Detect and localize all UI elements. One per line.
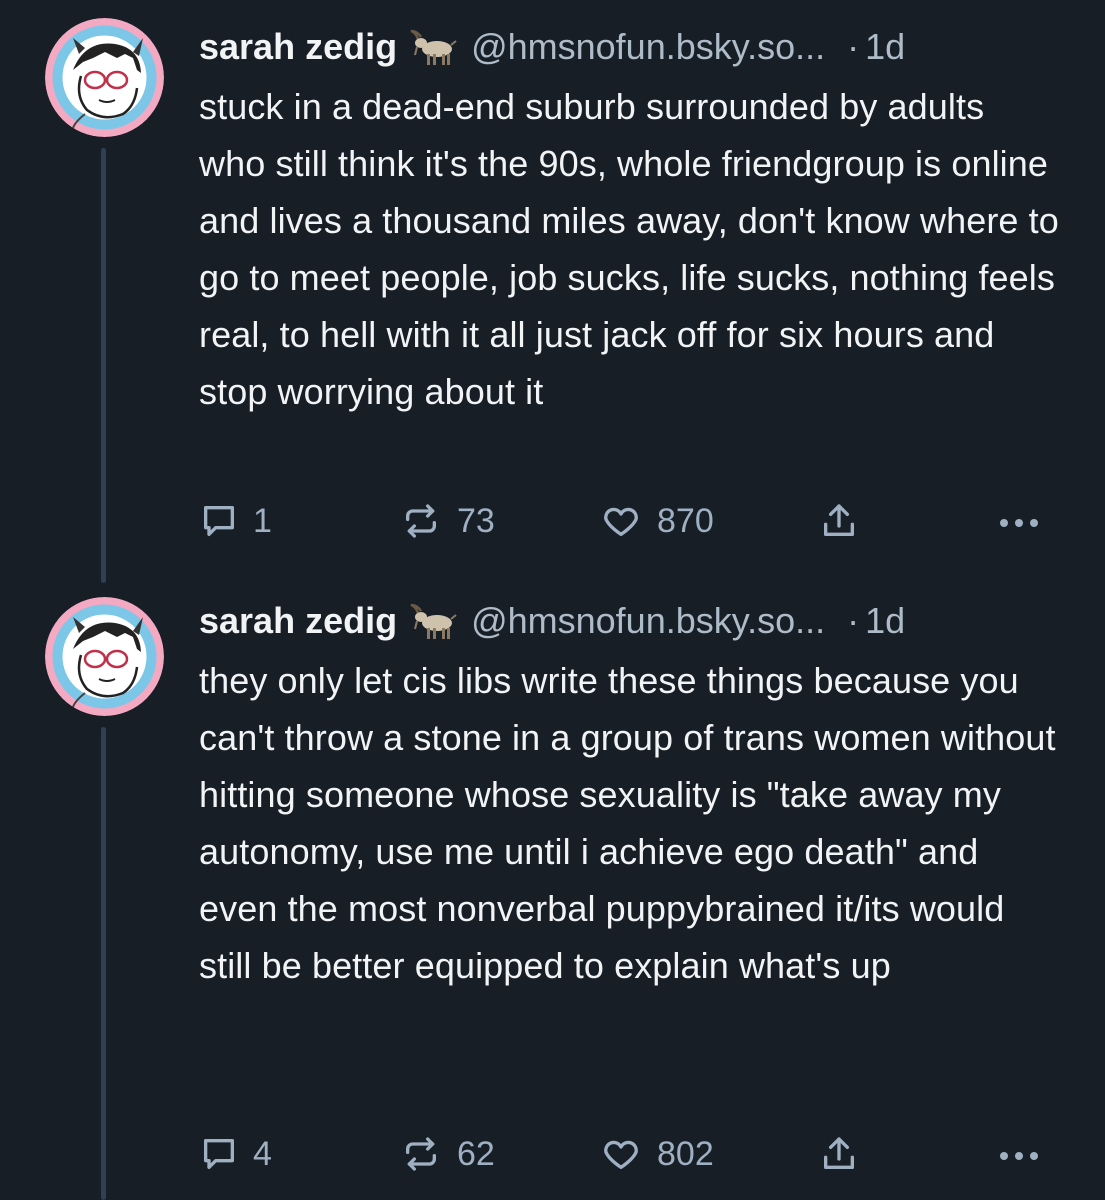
share-icon <box>824 1137 854 1169</box>
handle[interactable]: @hmsnofun.bsky.so... <box>471 26 825 68</box>
share-button[interactable] <box>819 496 859 546</box>
display-name[interactable]: sarah zedig <box>199 600 397 642</box>
display-name[interactable]: sarah zedig <box>199 26 397 68</box>
separator-dot: · <box>847 26 860 67</box>
share-icon <box>824 504 854 536</box>
post-header: sarah zedig @hmsnofun.bsky.so... · 1d <box>199 596 1060 646</box>
more-dots-icon <box>1000 519 1038 527</box>
reply-button[interactable]: 4 <box>199 1129 272 1179</box>
avatar[interactable] <box>45 597 164 716</box>
repost-count: 62 <box>457 1134 495 1173</box>
like-button[interactable]: 870 <box>599 496 714 546</box>
more-options-button[interactable] <box>995 496 1043 546</box>
action-bar: 1 73 870 <box>199 496 1060 546</box>
post-text: they only let cis libs write these thing… <box>199 660 1056 986</box>
like-count: 870 <box>657 501 714 540</box>
more-dots-icon <box>1000 1152 1038 1160</box>
reply-icon <box>204 1139 234 1169</box>
timestamp[interactable]: 1d <box>865 600 905 642</box>
repost-button[interactable]: 62 <box>399 1129 495 1179</box>
heart-icon <box>604 1140 638 1169</box>
post[interactable]: sarah zedig @hmsnofun.bsky.so... · 1d st… <box>0 0 1105 600</box>
timestamp[interactable]: 1d <box>865 26 905 68</box>
like-count: 802 <box>657 1134 714 1173</box>
post-header: sarah zedig @hmsnofun.bsky.so... · 1d <box>199 22 1060 72</box>
share-button[interactable] <box>819 1129 859 1179</box>
separator-dot: · <box>847 600 860 641</box>
more-options-button[interactable] <box>995 1129 1043 1179</box>
reply-count: 1 <box>253 501 272 540</box>
reply-icon <box>204 506 234 536</box>
like-button[interactable]: 802 <box>599 1129 714 1179</box>
post-text: stuck in a dead-end suburb surrounded by… <box>199 86 1059 412</box>
reply-count: 4 <box>253 1134 272 1173</box>
repost-icon <box>406 1137 436 1171</box>
goat-emoji-icon <box>409 601 457 641</box>
repost-button[interactable]: 73 <box>399 496 495 546</box>
repost-count: 73 <box>457 501 495 540</box>
action-bar: 4 62 802 <box>199 1129 1060 1179</box>
avatar[interactable] <box>45 18 164 137</box>
heart-icon <box>604 507 638 536</box>
handle[interactable]: @hmsnofun.bsky.so... <box>471 600 825 642</box>
repost-icon <box>406 504 436 538</box>
reply-button[interactable]: 1 <box>199 496 272 546</box>
goat-emoji-icon <box>409 27 457 67</box>
post[interactable]: sarah zedig @hmsnofun.bsky.so... · 1d th… <box>0 597 1105 1200</box>
